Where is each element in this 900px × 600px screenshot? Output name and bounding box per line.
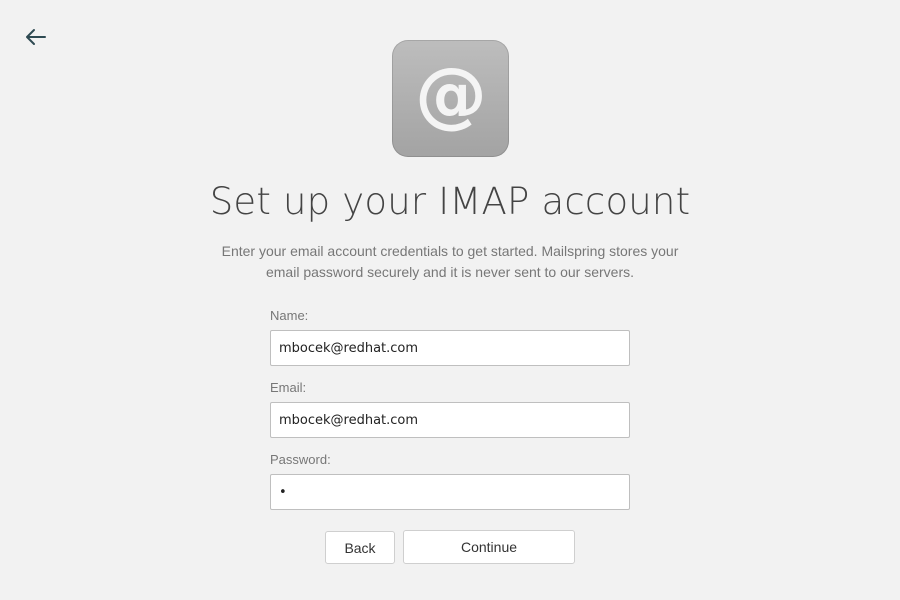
name-input[interactable] — [270, 330, 630, 366]
page-subtitle: Enter your email account credentials to … — [221, 243, 679, 280]
svg-text:@: @ — [415, 57, 487, 136]
back-button[interactable]: Back — [325, 531, 395, 564]
back-arrow-icon[interactable] — [22, 25, 48, 49]
password-input[interactable] — [270, 474, 630, 510]
arrow-left-icon — [26, 29, 46, 45]
name-label: Name: — [270, 308, 309, 323]
page-title: Set up your IMAP account — [209, 180, 691, 223]
password-label: Password: — [270, 452, 331, 467]
continue-button[interactable]: Continue — [403, 530, 575, 564]
imap-logo: @ — [392, 40, 509, 157]
email-input[interactable] — [270, 402, 630, 438]
imap-setup-page: @ Set up your IMAP account Enter your em… — [0, 0, 900, 600]
email-label: Email: — [270, 380, 307, 395]
at-sign-icon: @ — [415, 57, 487, 136]
